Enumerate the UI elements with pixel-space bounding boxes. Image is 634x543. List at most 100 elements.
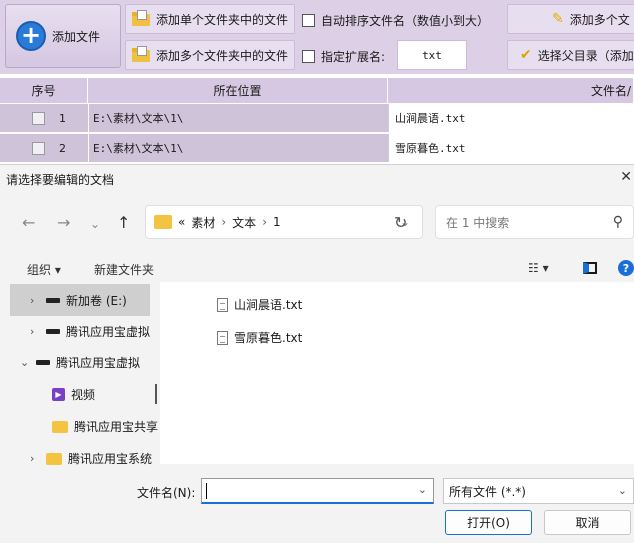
sidebar-item-video[interactable]: ▶ 视频: [52, 386, 95, 403]
text-document-icon: [217, 330, 228, 345]
add-multi-files-button[interactable]: ✎ 添加多个文: [507, 4, 634, 34]
extension-input[interactable]: txt: [397, 40, 467, 70]
sidebar-item-label: 腾讯应用宝虚拟: [56, 356, 141, 370]
recent-chevron-icon[interactable]: ⌄: [90, 217, 100, 231]
sidebar-item-shared[interactable]: 腾讯应用宝共享: [52, 418, 158, 435]
col-filename[interactable]: 文件名/: [388, 78, 634, 103]
view-options-icon[interactable]: ☷ ▾: [528, 261, 549, 275]
help-icon[interactable]: ?: [618, 260, 634, 276]
sidebar-item-system[interactable]: › 腾讯应用宝系统: [30, 450, 152, 467]
text-caret: [206, 482, 207, 499]
folder-add-icon: [132, 10, 150, 26]
auto-sort-checkbox[interactable]: 自动排序文件名（数值小到大）: [302, 12, 489, 29]
folder-add-icon: [132, 46, 150, 62]
col-index[interactable]: 序号: [0, 78, 88, 103]
sidebar-item-label: 视频: [71, 388, 96, 402]
chevron-icon[interactable]: ›: [30, 452, 40, 465]
sidebar-item-label: 新加卷 (E:): [66, 294, 127, 308]
file-name: 雪原暮色.txt: [234, 331, 303, 345]
forward-arrow-icon[interactable]: →: [57, 213, 70, 232]
up-arrow-icon[interactable]: ↑: [117, 213, 130, 232]
toolbar: + 添加文件 添加单个文件夹中的文件 添加多个文件夹中的文件 自动排序文件名（数…: [0, 0, 634, 74]
back-arrow-icon[interactable]: ←: [22, 213, 35, 232]
address-bar[interactable]: « 素材 › 文本 › 1 ⌄: [145, 205, 423, 239]
col-location[interactable]: 所在位置: [88, 78, 388, 103]
add-file-label: 添加文件: [52, 29, 101, 44]
drive-icon: [46, 298, 60, 303]
checkbox-box[interactable]: [302, 14, 315, 27]
filetype-value: 所有文件 (*.*): [449, 484, 526, 499]
row-location: E:\素材\文本\1\: [88, 134, 388, 162]
sidebar-item-label: 腾讯应用宝虚拟: [66, 325, 151, 339]
app-window: + 添加文件 添加单个文件夹中的文件 添加多个文件夹中的文件 自动排序文件名（数…: [0, 0, 634, 543]
pencil-icon: ✎: [552, 11, 564, 27]
chevron-down-icon[interactable]: ⌄: [418, 483, 427, 496]
add-multi-folder-label: 添加多个文件夹中的文件: [156, 48, 289, 63]
close-icon[interactable]: ✕: [620, 169, 632, 185]
choose-parent-label: 选择父目录（添加: [537, 48, 634, 63]
row-index: 2: [59, 141, 66, 155]
preview-pane-icon[interactable]: [583, 262, 597, 274]
cancel-button[interactable]: 取消: [544, 510, 631, 535]
new-folder-button[interactable]: 新建文件夹: [94, 261, 154, 278]
sidebar-scrollbar[interactable]: [155, 384, 157, 404]
search-placeholder: 在 1 中搜索: [446, 215, 510, 230]
filetype-select[interactable]: 所有文件 (*.*) ⌄: [443, 478, 634, 504]
open-button[interactable]: 打开(O): [445, 510, 532, 535]
breadcrumb-separator: ›: [262, 215, 267, 229]
add-multi-folder-button[interactable]: 添加多个文件夹中的文件: [125, 40, 295, 70]
add-multi-files-label: 添加多个文: [569, 12, 630, 27]
checkbox-box[interactable]: [302, 50, 315, 63]
refresh-icon[interactable]: ↻: [394, 213, 407, 232]
add-single-folder-label: 添加单个文件夹中的文件: [156, 12, 289, 27]
breadcrumb-separator: ›: [221, 215, 227, 229]
file-list: 山涧晨语.txt 雪原暮色.txt: [160, 282, 634, 464]
choose-parent-dir-button[interactable]: ✔ 选择父目录（添加: [507, 40, 634, 70]
add-file-button[interactable]: + 添加文件: [5, 4, 121, 68]
sidebar-item-label: 腾讯应用宝系统: [68, 452, 153, 466]
folder-icon: [154, 215, 172, 229]
specify-ext-checkbox[interactable]: 指定扩展名:: [302, 48, 385, 65]
chevron-icon[interactable]: ›: [30, 294, 40, 307]
chevron-icon[interactable]: ›: [30, 325, 40, 338]
dialog-title: 请选择要编辑的文档: [6, 173, 115, 187]
specify-ext-label: 指定扩展名:: [321, 50, 386, 64]
sidebar-item-virtual-2[interactable]: ⌄ 腾讯应用宝虚拟: [20, 354, 140, 371]
video-icon: ▶: [52, 388, 65, 401]
sidebar-item-e-drive[interactable]: › 新加卷 (E:): [30, 292, 127, 309]
sidebar-item-label: 腾讯应用宝共享: [74, 420, 159, 434]
search-icon: ⚲: [612, 214, 623, 230]
breadcrumb-overflow[interactable]: «: [178, 215, 185, 229]
folder-check-icon: ✔: [520, 47, 532, 63]
chevron-down-icon[interactable]: ⌄: [20, 356, 30, 369]
filename-label: 文件名(N):: [137, 486, 196, 500]
plus-icon: +: [16, 21, 46, 51]
row-checkbox[interactable]: [32, 111, 45, 125]
search-input[interactable]: 在 1 中搜索 ⚲: [435, 205, 634, 239]
file-item[interactable]: 雪原暮色.txt: [217, 329, 302, 346]
breadcrumb-item[interactable]: 1: [273, 215, 281, 229]
row-index: 1: [59, 111, 66, 125]
file-item[interactable]: 山涧晨语.txt: [217, 296, 302, 313]
drive-icon: [46, 329, 60, 334]
folder-icon: [52, 420, 68, 433]
row-location: E:\素材\文本\1\: [88, 104, 388, 132]
breadcrumb-item[interactable]: 素材: [191, 214, 215, 231]
add-single-folder-button[interactable]: 添加单个文件夹中的文件: [125, 4, 295, 34]
sidebar-item-virtual-1[interactable]: › 腾讯应用宝虚拟: [30, 323, 150, 340]
breadcrumb-item[interactable]: 文本: [232, 214, 256, 231]
filename-input[interactable]: ⌄: [201, 478, 434, 504]
chevron-down-icon[interactable]: ⌄: [618, 484, 627, 497]
table-row[interactable]: 2 E:\素材\文本\1\ 雪原暮色.txt: [0, 134, 634, 163]
row-filename: 山涧晨语.txt: [388, 104, 634, 132]
drive-icon: [36, 360, 50, 365]
auto-sort-label: 自动排序文件名（数值小到大）: [321, 14, 490, 28]
row-checkbox[interactable]: [32, 141, 45, 155]
text-document-icon: [217, 297, 228, 312]
folder-icon: [46, 452, 62, 465]
table-row[interactable]: 1 E:\素材\文本\1\ 山涧晨语.txt: [0, 104, 634, 133]
organize-menu[interactable]: 组织 ▾: [27, 261, 61, 278]
row-filename: 雪原暮色.txt: [388, 134, 634, 162]
table-header: 序号 所在位置 文件名/: [0, 78, 634, 103]
file-name: 山涧晨语.txt: [234, 298, 303, 312]
